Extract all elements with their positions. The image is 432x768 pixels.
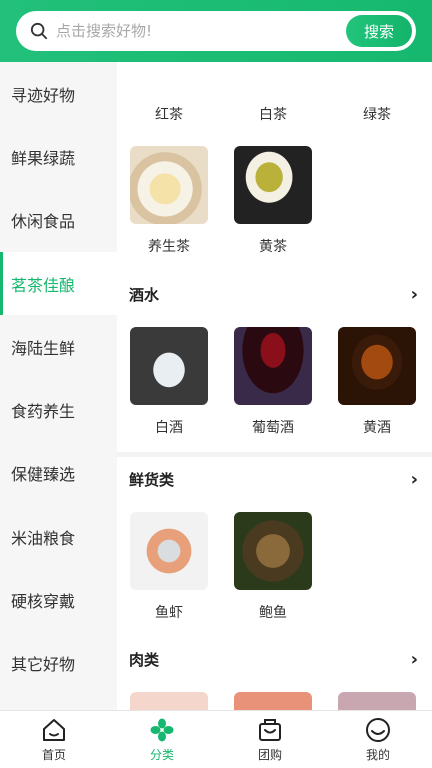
category-card-fish-shrimp[interactable]: 鱼虾 [121,512,217,622]
category-label-wine: 葡萄酒 [252,420,294,436]
meat-image[interactable] [130,692,208,710]
category-label-yellow-tea: 黄茶 [259,239,287,255]
search-button[interactable]: 搜索 [346,15,412,47]
section-title: 肉类 [129,650,160,669]
sidebar-item-snacks[interactable]: 休闲食品 [0,189,117,252]
search-icon [30,22,48,40]
category-card-baijiu[interactable]: 白酒 [121,327,217,437]
sidebar-item-others[interactable]: 其它好物 [0,632,117,695]
chevron-right-icon[interactable]: › [411,469,418,490]
search-box[interactable]: 搜索 [16,11,416,51]
category-label-baijiu: 白酒 [155,420,183,436]
section-header-meat[interactable]: 肉类 › [117,645,432,673]
category-label-fish-shrimp: 鱼虾 [155,605,183,621]
section-header-liquor[interactable]: 酒水 › [117,280,432,308]
category-label-white-tea: 白茶 [259,107,287,123]
section-divider [117,452,432,457]
sidebar-item-seafood[interactable]: 海陆生鲜 [0,315,117,378]
category-label-huangjiu: 黄酒 [363,420,391,436]
baijiu-image [130,327,208,405]
sidebar-item-tea-wine[interactable]: 茗茶佳酿 [0,251,117,316]
sidebar-item-health-food[interactable]: 食药养生 [0,378,117,441]
fish-shrimp-image [130,512,208,590]
tab-label: 我的 [365,748,390,762]
sidebar-item-wearables[interactable]: 硬核穿戴 [0,568,117,631]
shopping-bag-icon [259,719,281,741]
user-face-icon [366,718,390,742]
section-title: 鲜货类 [129,470,175,489]
category-sidebar: 寻迹好物 鲜果绿蔬 休闲食品 茗茶佳酿 海陆生鲜 食药养生 保健臻选 米油粮食 … [0,62,117,710]
header-bar: 搜索 [0,0,432,62]
section-title: 酒水 [129,285,160,304]
health-tea-image [130,146,208,224]
tab-home[interactable]: 首页 [0,711,108,768]
category-label-health-tea: 养生茶 [148,239,190,255]
chevron-right-icon[interactable]: › [411,649,418,670]
sidebar-item-fruits-veg[interactable]: 鲜果绿蔬 [0,125,117,188]
category-label-abalone: 鲍鱼 [259,605,287,621]
tab-mine[interactable]: 我的 [324,711,432,768]
yellow-tea-image [234,146,312,224]
huangjiu-image [338,327,416,405]
chevron-right-icon[interactable]: › [411,284,418,305]
tab-label: 首页 [41,748,66,762]
bottom-tab-bar: 首页 分类 团购 我的 [0,710,432,768]
tab-label: 团购 [257,748,282,762]
home-icon [43,719,65,741]
category-card-huangjiu[interactable]: 黄酒 [329,327,425,437]
meat-image[interactable] [338,692,416,710]
search-input[interactable] [56,17,356,45]
tab-label: 分类 [149,748,174,762]
sidebar-item-xunji[interactable]: 寻迹好物 [0,62,117,125]
abalone-image [234,512,312,590]
category-label-green-tea: 绿茶 [363,107,391,123]
sidebar-item-supplements[interactable]: 保健臻选 [0,442,117,505]
category-content: 红茶 白茶 绿茶 养生茶 黄茶 酒水 › 白酒 葡萄酒 黄酒 鲜货类 › 鱼虾 … [117,62,432,710]
sidebar-item-grain-oil[interactable]: 米油粮食 [0,505,117,568]
category-card-yellow-tea[interactable]: 黄茶 [225,146,321,256]
category-card-health-tea[interactable]: 养生茶 [121,146,217,256]
tab-group-buy[interactable]: 团购 [216,711,324,768]
category-card-wine[interactable]: 葡萄酒 [225,327,321,437]
category-icon [150,718,174,742]
meat-image[interactable] [234,692,312,710]
wine-image [234,327,312,405]
tab-category[interactable]: 分类 [108,711,216,768]
category-card-abalone[interactable]: 鲍鱼 [225,512,321,622]
section-header-fresh[interactable]: 鲜货类 › [117,465,432,493]
category-label-black-tea: 红茶 [155,107,183,123]
